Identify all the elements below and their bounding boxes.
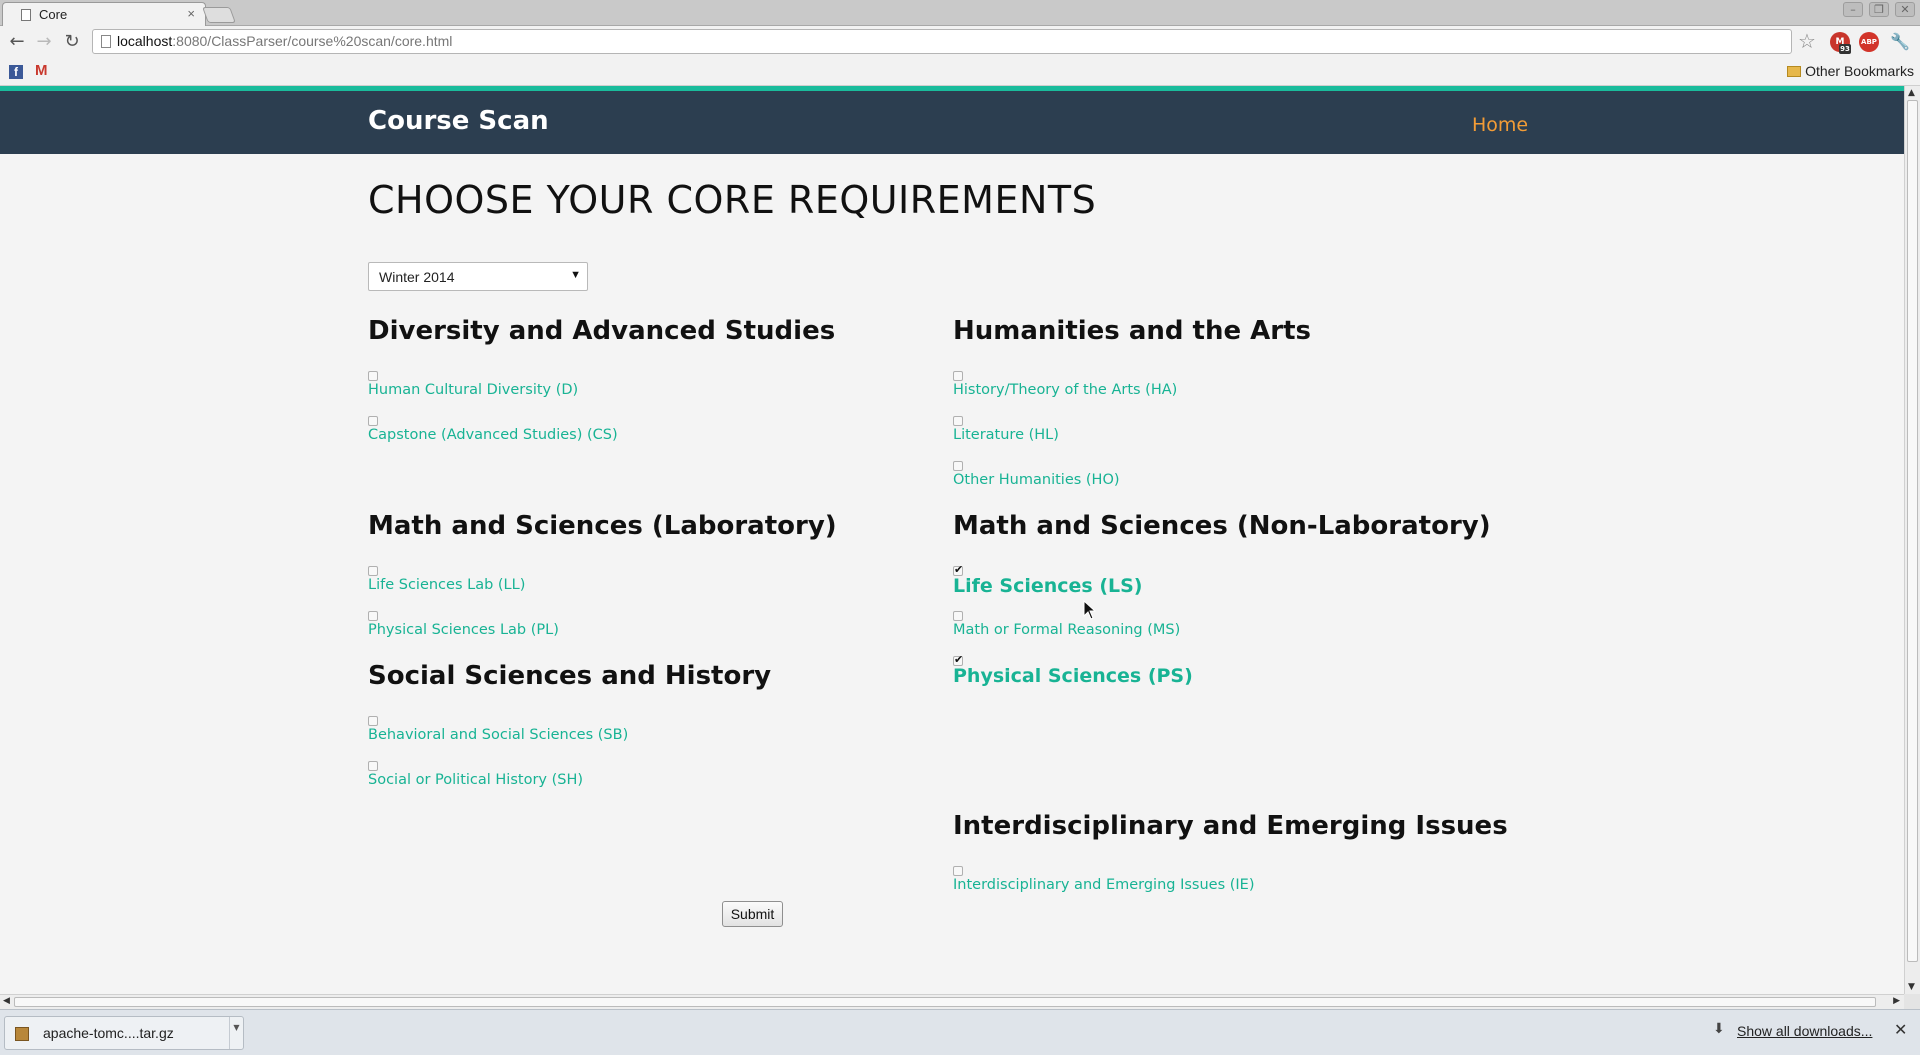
checkbox-pl[interactable] [368, 611, 378, 621]
download-menu-icon[interactable]: ▼ [229, 1017, 243, 1049]
page-icon [101, 35, 111, 48]
horizontal-scrollbar[interactable]: ◀ ▶ [0, 994, 1904, 1009]
browser-toolbar: ← → ↻ localhost:8080/ClassParser/course%… [0, 26, 1920, 58]
checkbox-sh[interactable] [368, 761, 378, 771]
checkbox-ll[interactable] [368, 566, 378, 576]
course-label-ll[interactable]: Life Sciences Lab (LL) [368, 577, 525, 593]
tab-core[interactable]: Core × [2, 2, 206, 26]
other-bookmarks[interactable]: Other Bookmarks [1787, 63, 1914, 79]
page-title: CHOOSE YOUR CORE REQUIREMENTS [368, 178, 1097, 222]
nav-home-link[interactable]: Home [1472, 114, 1528, 136]
course-label-ha[interactable]: History/Theory of the Arts (HA) [953, 382, 1177, 398]
scroll-up-icon[interactable]: ▲ [1908, 88, 1915, 98]
url-text: localhost:8080/ClassParser/course%20scan… [117, 33, 453, 49]
checkbox-hl[interactable] [953, 416, 963, 426]
scroll-down-icon[interactable]: ▼ [1908, 982, 1915, 992]
course-label-ps[interactable]: Physical Sciences (PS) [953, 665, 1193, 687]
restore-icon[interactable]: ❐ [1869, 2, 1889, 17]
dropdown-arrow-icon: ▼ [570, 269, 581, 281]
download-item[interactable]: apache-tomc....tar.gz ▼ [4, 1016, 244, 1050]
section-heading-diversity: Diversity and Advanced Studies [368, 316, 836, 346]
course-label-ms[interactable]: Math or Formal Reasoning (MS) [953, 622, 1180, 638]
facebook-bookmark-icon[interactable]: f [9, 65, 23, 79]
wrench-icon[interactable]: 🔧 [1890, 32, 1910, 52]
downloads-bar: apache-tomc....tar.gz ▼ ⬇ Show all downl… [0, 1009, 1920, 1055]
mouse-cursor-icon [1083, 600, 1097, 620]
course-label-sb[interactable]: Behavioral and Social Sciences (SB) [368, 727, 628, 743]
back-icon[interactable]: ← [7, 32, 27, 52]
tab-title: Core [39, 7, 68, 22]
site-header: Course Scan Home [0, 86, 1904, 154]
address-bar[interactable]: localhost:8080/ClassParser/course%20scan… [92, 29, 1792, 54]
scroll-right-icon[interactable]: ▶ [1893, 996, 1900, 1006]
course-label-ls[interactable]: Life Sciences (LS) [953, 575, 1143, 597]
tab-close-icon[interactable]: × [187, 6, 195, 21]
close-downloads-icon[interactable]: ✕ [1894, 1020, 1907, 1039]
term-selected-value: Winter 2014 [379, 269, 455, 285]
download-arrow-icon: ⬇ [1713, 1021, 1725, 1037]
close-window-icon[interactable]: ✕ [1895, 2, 1915, 17]
bookmark-star-icon[interactable]: ☆ [1798, 29, 1816, 53]
adblock-icon[interactable]: ABP [1859, 32, 1879, 52]
course-label-d[interactable]: Human Cultural Diversity (D) [368, 382, 578, 398]
new-tab-button[interactable] [202, 7, 236, 23]
gmail-bookmark-icon[interactable]: M [35, 62, 48, 79]
term-select[interactable]: Winter 2014 ▼ [368, 262, 588, 291]
checkbox-ha[interactable] [953, 371, 963, 381]
download-file-name: apache-tomc....tar.gz [43, 1025, 174, 1041]
checkbox-ho[interactable] [953, 461, 963, 471]
section-heading-math-lab: Math and Sciences (Laboratory) [368, 511, 837, 541]
vertical-scrollbar[interactable]: ▲ ▼ [1904, 86, 1920, 994]
page-viewport: Course Scan Home CHOOSE YOUR CORE REQUIR… [0, 86, 1904, 994]
submit-button[interactable]: Submit [722, 901, 783, 927]
gmail-badge: 93 [1839, 44, 1851, 54]
section-heading-social: Social Sciences and History [368, 661, 772, 691]
checkbox-sb[interactable] [368, 716, 378, 726]
checkbox-ie[interactable] [953, 866, 963, 876]
course-label-pl[interactable]: Physical Sciences Lab (PL) [368, 622, 559, 638]
course-label-hl[interactable]: Literature (HL) [953, 427, 1059, 443]
bookmarks-bar: f M Other Bookmarks [0, 58, 1920, 86]
vertical-scroll-thumb[interactable] [1907, 100, 1918, 962]
section-heading-humanities: Humanities and the Arts [953, 316, 1312, 346]
scrollbar-corner [1904, 994, 1920, 1009]
course-label-ie[interactable]: Interdisciplinary and Emerging Issues (I… [953, 877, 1255, 893]
checkbox-ms[interactable] [953, 611, 963, 621]
checkbox-d[interactable] [368, 371, 378, 381]
horizontal-scroll-thumb[interactable] [14, 997, 1876, 1007]
tab-strip: Core × – ❐ ✕ [0, 0, 1920, 26]
course-label-cs[interactable]: Capstone (Advanced Studies) (CS) [368, 427, 618, 443]
show-all-downloads-link[interactable]: Show all downloads... [1737, 1023, 1872, 1039]
forward-icon[interactable]: → [34, 32, 54, 52]
section-heading-math-nonlab: Math and Sciences (Non-Laboratory) [953, 511, 1491, 541]
checkbox-cs[interactable] [368, 416, 378, 426]
scroll-left-icon[interactable]: ◀ [3, 996, 10, 1006]
reload-icon[interactable]: ↻ [62, 32, 82, 52]
site-brand[interactable]: Course Scan [368, 106, 549, 136]
minimize-icon[interactable]: – [1843, 2, 1863, 17]
course-label-ho[interactable]: Other Humanities (HO) [953, 472, 1120, 488]
course-label-sh[interactable]: Social or Political History (SH) [368, 772, 583, 788]
folder-icon [1787, 66, 1802, 77]
page-icon [21, 9, 31, 21]
archive-icon [15, 1027, 29, 1041]
section-heading-interdisciplinary: Interdisciplinary and Emerging Issues [953, 811, 1508, 841]
